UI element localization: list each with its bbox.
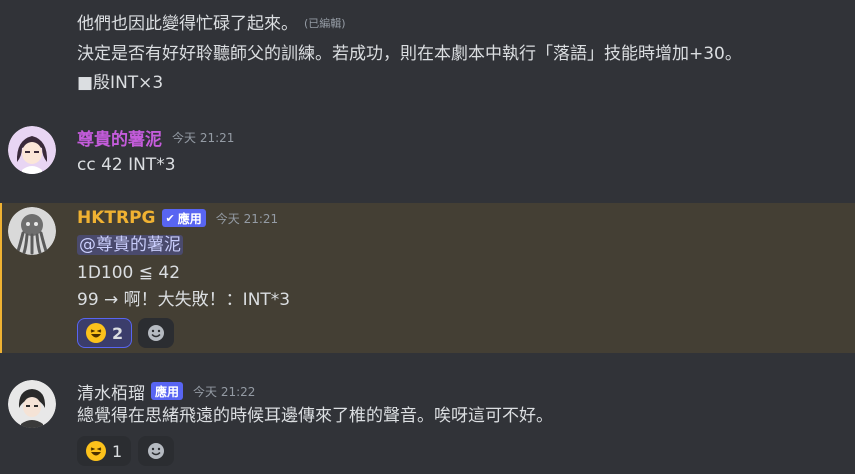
reaction-laughing[interactable]: 1 [77, 436, 132, 466]
message-header: HKTRPG ✔ 應用 今天 21:21 [77, 207, 278, 229]
reaction-laughing[interactable]: 2 [77, 318, 133, 348]
avatar-anime-girl-icon [8, 126, 56, 174]
avatar[interactable] [8, 126, 56, 174]
username[interactable]: 清水栢瑠 [77, 379, 145, 404]
avatar[interactable] [8, 380, 56, 428]
app-badge: 應用 [151, 382, 184, 400]
edited-tag: (已編輯) [304, 17, 346, 30]
badge-label: 應用 [155, 384, 180, 399]
message-line: @尊貴的薯泥 [77, 234, 183, 256]
message-header: 清水栢瑠 應用 今天 21:22 [77, 379, 256, 404]
message-line: 總覺得在思緒飛遠的時候耳邊傳來了椎的聲音。唉呀這可不好。 [77, 406, 553, 426]
avatar-cthulhu-icon [8, 207, 56, 255]
username[interactable]: HKTRPG [77, 208, 156, 228]
reaction-count: 2 [112, 323, 124, 343]
message-line: cc 42 INT*3 [77, 155, 176, 175]
reaction-count: 1 [112, 441, 123, 461]
message-line: 99 → 啊！大失敗！：INT*3 [77, 290, 291, 310]
message-line: 1D100 ≦ 42 [77, 263, 181, 283]
badge-label: 應用 [177, 211, 202, 226]
message-line: 決定是否有好好聆聽師父的訓練。若成功，則在本劇本中執行「落語」技能時增加+30。 [77, 44, 742, 64]
add-reaction-icon [148, 443, 164, 459]
avatar[interactable] [8, 207, 56, 255]
message-header: 尊貴的薯泥 今天 21:21 [77, 125, 235, 150]
add-reaction-button[interactable] [138, 318, 174, 348]
add-reaction-icon [148, 325, 164, 341]
user-mention[interactable]: @尊貴的薯泥 [77, 235, 183, 255]
timestamp: 今天 21:22 [193, 384, 256, 399]
add-reaction-button[interactable] [138, 436, 174, 466]
timestamp: 今天 21:21 [215, 211, 279, 226]
laughing-face-icon [86, 323, 106, 343]
avatar-anime-boy-icon [8, 380, 56, 428]
verified-check-icon: ✔ [165, 211, 175, 225]
message-line: ■殷INT×3 [77, 73, 164, 93]
mention-highlight-bar [0, 203, 2, 353]
chat-log: 他們也因此變得忙碌了起來。 (已編輯) 決定是否有好好聆聽師父的訓練。若成功，則在… [0, 0, 855, 474]
message-line: 他們也因此變得忙碌了起來。 (已編輯) [77, 14, 346, 34]
app-badge: ✔ 應用 [161, 209, 206, 227]
username[interactable]: 尊貴的薯泥 [77, 125, 162, 150]
timestamp: 今天 21:21 [172, 130, 235, 145]
laughing-face-icon [86, 441, 106, 461]
